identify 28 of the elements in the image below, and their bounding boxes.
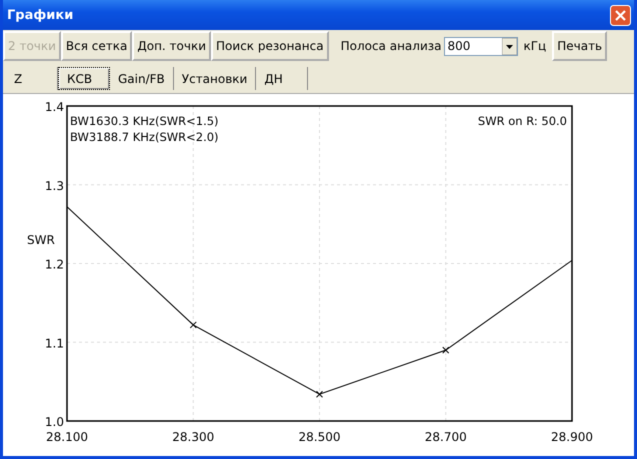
band-unit: кГц: [523, 39, 546, 54]
x-tick-label: 28.900: [551, 430, 593, 444]
window-title: Графики: [7, 8, 74, 22]
print-button[interactable]: Печать: [552, 31, 608, 62]
bandwidth-note: BW1630.3 KHz(SWR<1.5): [70, 114, 219, 128]
y-tick-label: 1.2: [44, 258, 64, 272]
y-tick-label: 1.1: [44, 336, 64, 350]
toolbar-button[interactable]: Доп. точки: [132, 31, 212, 62]
band-combobox[interactable]: 800: [444, 36, 518, 56]
toolbar-button[interactable]: Поиск резонанса: [211, 31, 329, 62]
tab[interactable]: КСВ: [58, 67, 110, 90]
toolbar-button[interactable]: Вся сетка: [60, 31, 132, 62]
x-tick-label: 28.500: [298, 430, 340, 444]
x-tick-label: 28.300: [172, 430, 214, 444]
point-marker-icon: [442, 346, 450, 354]
x-tick-label: 28.100: [46, 430, 88, 444]
point-marker-icon: [316, 390, 323, 398]
x-tick-label: 28.700: [424, 430, 467, 444]
point-marker-icon: [190, 321, 197, 328]
band-label: Полоса анализа: [340, 39, 442, 54]
close-icon[interactable]: [610, 4, 631, 26]
impedance-info: SWR on R: 50.0: [478, 114, 567, 128]
y-tick-label: 1.3: [44, 178, 64, 193]
y-axis-label: SWR: [27, 233, 55, 247]
dropdown-arrow-icon[interactable]: [502, 38, 518, 55]
bandwidth-note: BW3188.7 KHz(SWR<2.0): [70, 130, 219, 144]
y-tick-label: 1.4: [44, 100, 64, 114]
y-tick-label: 1.0: [44, 415, 64, 429]
